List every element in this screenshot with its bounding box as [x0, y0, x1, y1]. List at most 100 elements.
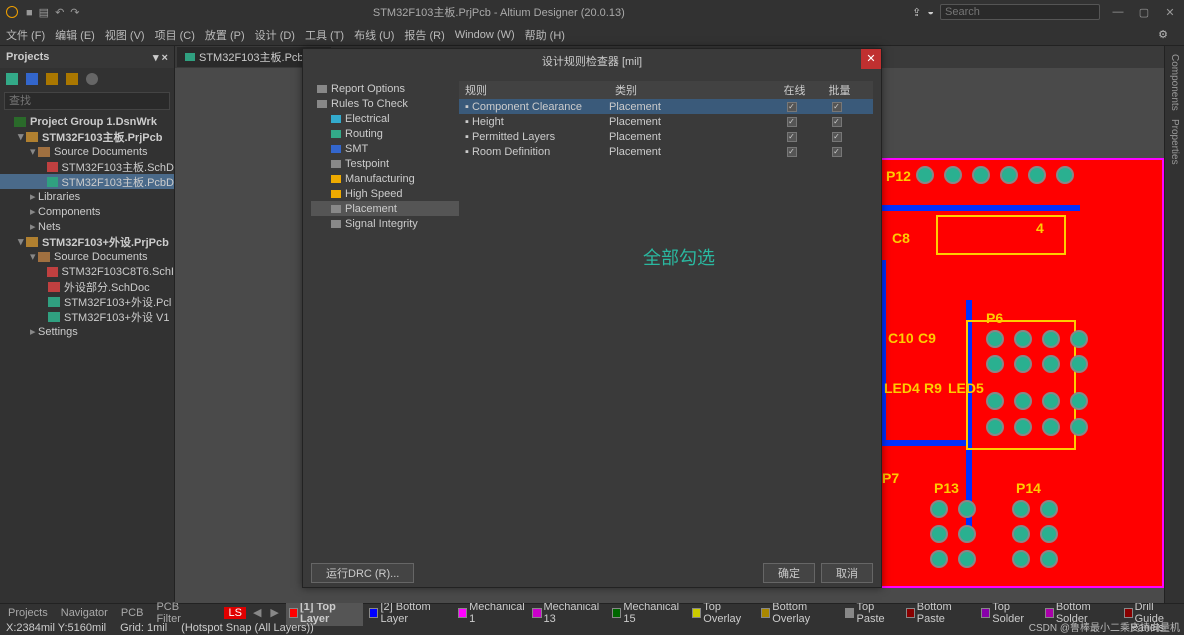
- rule-category[interactable]: Routing: [311, 126, 459, 141]
- projects-toolbar[interactable]: [0, 68, 174, 90]
- tree-item[interactable]: ▸Components: [0, 204, 174, 219]
- panel-title: Projects: [6, 51, 49, 63]
- tree-item[interactable]: STM32F103主板.PcbD: [0, 174, 174, 189]
- tab-projects[interactable]: Projects: [4, 606, 52, 620]
- layer-set[interactable]: LS: [224, 607, 245, 619]
- batch-checkbox[interactable]: ✓: [832, 147, 842, 157]
- tree-item[interactable]: STM32F103+外设.Pcl: [0, 294, 174, 309]
- menu-window[interactable]: Window (W): [455, 29, 515, 41]
- menu-bar[interactable]: 文件 (F) 编辑 (E) 视图 (V) 项目 (C) 放置 (P) 设计 (D…: [0, 24, 1184, 46]
- tree-item[interactable]: ▸Libraries: [0, 189, 174, 204]
- rule-category[interactable]: Report Options: [311, 81, 459, 96]
- online-checkbox[interactable]: ✓: [787, 102, 797, 112]
- col-rule[interactable]: 规则: [459, 82, 609, 98]
- minimize-icon[interactable]: —: [1110, 6, 1126, 18]
- rule-category[interactable]: Testpoint: [311, 156, 459, 171]
- layer-tab[interactable]: Top Paste: [845, 600, 899, 626]
- menu-project[interactable]: 项目 (C): [155, 27, 195, 43]
- layer-tab[interactable]: Bottom Paste: [906, 600, 976, 626]
- tab-pcb[interactable]: PCB: [117, 606, 148, 620]
- tree-item[interactable]: ▾STM32F103+外设.PrjPcb: [0, 234, 174, 249]
- project-tree[interactable]: Project Group 1.DsnWrk▾STM32F103主板.PrjPc…: [0, 112, 174, 603]
- tree-item[interactable]: ▾Source Documents: [0, 144, 174, 159]
- rule-row[interactable]: ▪ Component ClearancePlacement✓✓: [459, 99, 873, 114]
- rule-category[interactable]: Electrical: [311, 111, 459, 126]
- title-bar: ■▤↶↷ STM32F103主板.PrjPcb - Altium Designe…: [0, 0, 1184, 24]
- search-input[interactable]: [940, 4, 1100, 20]
- layer-tab[interactable]: Top Overlay: [692, 600, 755, 626]
- tree-item[interactable]: ▸Settings: [0, 324, 174, 339]
- status-xy: X:2384mil Y:5160mil: [6, 622, 106, 634]
- menu-file[interactable]: 文件 (F): [6, 27, 45, 43]
- rule-category[interactable]: Rules To Check: [311, 96, 459, 111]
- ok-button[interactable]: 确定: [763, 563, 815, 583]
- user-icon[interactable]: ◒: [927, 6, 934, 18]
- share-icon[interactable]: ⇪: [912, 6, 921, 19]
- drc-dialog: 设计规则检查器 [mil] ✕ Report OptionsRules To C…: [302, 48, 882, 588]
- status-snap: (Hotspot Snap (All Layers)): [181, 622, 314, 634]
- menu-reports[interactable]: 报告 (R): [404, 27, 444, 43]
- tree-item[interactable]: STM32F103主板.SchD: [0, 159, 174, 174]
- layer-tab[interactable]: Mechanical 1: [458, 600, 526, 626]
- tab-components[interactable]: Components: [1169, 54, 1180, 111]
- rule-category[interactable]: Placement: [311, 201, 459, 216]
- tree-item[interactable]: ▾STM32F103主板.PrjPcb: [0, 129, 174, 144]
- rule-category[interactable]: SMT: [311, 141, 459, 156]
- designator: P6: [986, 310, 1003, 326]
- menu-help[interactable]: 帮助 (H): [525, 27, 565, 43]
- designator: R9: [924, 380, 942, 396]
- layer-tab[interactable]: Mechanical 15: [612, 600, 686, 626]
- batch-checkbox[interactable]: ✓: [832, 132, 842, 142]
- online-checkbox[interactable]: ✓: [787, 132, 797, 142]
- panel-pin-icon[interactable]: ▾ ×: [153, 51, 168, 64]
- menu-route[interactable]: 布线 (U): [354, 27, 394, 43]
- cancel-button[interactable]: 取消: [821, 563, 873, 583]
- tab-properties[interactable]: Properties: [1169, 119, 1180, 165]
- layer-tab[interactable]: [2] Bottom Layer: [369, 600, 452, 626]
- tree-item[interactable]: ▸Nets: [0, 219, 174, 234]
- tree-item[interactable]: Project Group 1.DsnWrk: [0, 114, 174, 129]
- designator: 4: [1036, 220, 1044, 236]
- batch-checkbox[interactable]: ✓: [832, 117, 842, 127]
- online-checkbox[interactable]: ✓: [787, 147, 797, 157]
- tree-item[interactable]: ▾Source Documents: [0, 249, 174, 264]
- bottom-tabs[interactable]: Projects Navigator PCB PCB Filter LS ◀ ▶…: [0, 603, 1184, 621]
- designator: P14: [1016, 480, 1041, 496]
- menu-place[interactable]: 放置 (P): [205, 27, 245, 43]
- rule-category[interactable]: Signal Integrity: [311, 216, 459, 231]
- col-online[interactable]: 在线: [769, 82, 814, 98]
- dialog-title: 设计规则检查器 [mil]: [542, 53, 642, 69]
- layer-tab[interactable]: Bottom Overlay: [761, 600, 839, 626]
- prev-layer-icon[interactable]: ◀: [251, 606, 263, 619]
- designator: C8: [892, 230, 910, 246]
- close-icon[interactable]: ✕: [1162, 6, 1178, 19]
- menu-design[interactable]: 设计 (D): [255, 27, 295, 43]
- rule-row[interactable]: ▪ Permitted LayersPlacement✓✓: [459, 129, 873, 144]
- tree-item[interactable]: STM32F103+外设 V1: [0, 309, 174, 324]
- designator: P7: [882, 470, 899, 486]
- menu-view[interactable]: 视图 (V): [105, 27, 145, 43]
- rule-category[interactable]: High Speed: [311, 186, 459, 201]
- dialog-tree[interactable]: Report OptionsRules To CheckElectricalRo…: [311, 81, 459, 551]
- maximize-icon[interactable]: ▢: [1136, 6, 1152, 19]
- rule-row[interactable]: ▪ Room DefinitionPlacement✓✓: [459, 144, 873, 159]
- settings-icon[interactable]: ⚙: [1158, 28, 1168, 41]
- col-category[interactable]: 类别: [609, 82, 769, 98]
- quick-access-toolbar[interactable]: ■▤↶↷: [26, 6, 86, 19]
- tree-item[interactable]: STM32F103C8T6.SchI: [0, 264, 174, 279]
- tree-item[interactable]: 外设部分.SchDoc: [0, 279, 174, 294]
- layer-tab[interactable]: Mechanical 13: [532, 600, 606, 626]
- col-batch[interactable]: 批量: [814, 82, 859, 98]
- right-dock[interactable]: Components Properties: [1164, 46, 1184, 603]
- run-drc-button[interactable]: 运行DRC (R)...: [311, 563, 414, 583]
- dialog-close-icon[interactable]: ✕: [861, 49, 881, 69]
- projects-search[interactable]: [4, 92, 170, 110]
- menu-edit[interactable]: 编辑 (E): [55, 27, 95, 43]
- next-layer-icon[interactable]: ▶: [268, 606, 280, 619]
- online-checkbox[interactable]: ✓: [787, 117, 797, 127]
- batch-checkbox[interactable]: ✓: [832, 102, 842, 112]
- menu-tools[interactable]: 工具 (T): [305, 27, 344, 43]
- tab-navigator[interactable]: Navigator: [57, 606, 112, 620]
- rule-row[interactable]: ▪ HeightPlacement✓✓: [459, 114, 873, 129]
- rule-category[interactable]: Manufacturing: [311, 171, 459, 186]
